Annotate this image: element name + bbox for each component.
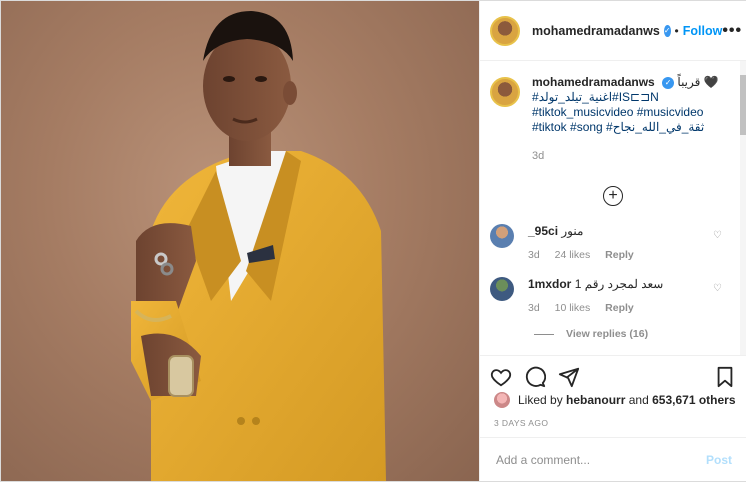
comment-likes[interactable]: 24 likes bbox=[555, 249, 591, 261]
likes-count[interactable]: 653,671 others bbox=[652, 393, 735, 407]
like-heart-icon[interactable] bbox=[490, 366, 512, 388]
post-comment-button[interactable]: Post bbox=[706, 453, 732, 467]
comment-bubble-icon[interactable] bbox=[524, 366, 546, 388]
comments-section[interactable]: mohamedramadanws ✓ قريباً 🖤 #اغنية_تيلد_… bbox=[480, 61, 746, 356]
view-replies-line bbox=[534, 333, 554, 335]
post-caption: mohamedramadanws ✓ قريباً 🖤 #اغنية_تيلد_… bbox=[480, 61, 746, 164]
post-header: mohamedramadanws ✓ • Follow ••• bbox=[480, 1, 746, 61]
caption-verified-badge-icon: ✓ bbox=[662, 76, 675, 89]
comment-username[interactable]: 1mxdor bbox=[528, 277, 571, 291]
caption-hashtags-line-2[interactable]: #tiktok_musicvideo #musicvideo bbox=[532, 105, 719, 120]
post-photo[interactable] bbox=[1, 1, 479, 481]
comment-text: 1 سعد لمجرد رقم bbox=[574, 277, 664, 291]
comment-like-heart-icon[interactable]: ♡ bbox=[713, 283, 722, 294]
author-username[interactable]: mohamedramadanws bbox=[532, 24, 660, 38]
likes-summary[interactable]: Liked by hebanourr and 653,671 others bbox=[494, 392, 736, 408]
liker-username[interactable]: hebanourr bbox=[566, 393, 625, 407]
add-comment-bar: Post bbox=[480, 437, 746, 481]
post-side-panel: mohamedramadanws ✓ • Follow ••• mohamedr… bbox=[479, 1, 746, 481]
caption-time[interactable]: 3d bbox=[532, 149, 719, 164]
comment-likes[interactable]: 10 likes bbox=[555, 302, 591, 314]
caption-username[interactable]: mohamedramadanws bbox=[532, 75, 655, 89]
share-paper-plane-icon[interactable] bbox=[558, 366, 580, 388]
liker-avatar[interactable] bbox=[494, 392, 510, 408]
caption-text: قريباً 🖤 bbox=[677, 75, 719, 89]
man-in-yellow-suit-image bbox=[131, 11, 386, 481]
caption-avatar[interactable] bbox=[490, 77, 520, 107]
scrollbar-thumb[interactable] bbox=[740, 75, 746, 135]
comment-item: 1mxdor 1 سعد لمجرد رقم 3d 10 likes Reply… bbox=[480, 277, 746, 314]
comment-item: _95ci منور 3d 24 likes Reply ♡ bbox=[480, 224, 746, 261]
reply-button[interactable]: Reply bbox=[605, 302, 634, 314]
instagram-post: mohamedramadanws ✓ • Follow ••• mohamedr… bbox=[0, 0, 746, 482]
reply-button[interactable]: Reply bbox=[605, 249, 634, 261]
view-replies-label: View replies (16) bbox=[566, 328, 649, 340]
add-comment-input[interactable] bbox=[494, 451, 706, 468]
follow-button[interactable]: Follow bbox=[683, 24, 723, 38]
view-replies-link[interactable]: View replies (16) bbox=[534, 328, 746, 340]
more-options-icon[interactable]: ••• bbox=[722, 22, 742, 40]
caption-hashtags-line-1[interactable]: #اغنية_تيلد_تولد#IS⊏⊐N bbox=[532, 90, 719, 105]
caption-hashtags-line-3[interactable]: #tiktok #song #ثقة_في_الله_نجاح bbox=[532, 120, 719, 135]
comment-like-heart-icon[interactable]: ♡ bbox=[713, 230, 722, 241]
load-more-comments-icon[interactable]: + bbox=[603, 186, 623, 206]
separator-dot: • bbox=[674, 23, 679, 38]
comment-time[interactable]: 3d bbox=[528, 302, 540, 314]
save-bookmark-icon[interactable] bbox=[714, 366, 736, 388]
author-avatar[interactable] bbox=[490, 15, 520, 46]
comments-scrollbar[interactable] bbox=[740, 61, 746, 355]
comment-text: منور bbox=[561, 224, 584, 238]
comment-time[interactable]: 3d bbox=[528, 249, 540, 261]
verified-badge-icon: ✓ bbox=[663, 24, 671, 37]
comment-username[interactable]: _95ci bbox=[528, 224, 558, 238]
likes-middle: and bbox=[628, 393, 649, 407]
likes-prefix: Liked by bbox=[518, 393, 563, 407]
commenter-avatar[interactable] bbox=[490, 224, 514, 248]
post-actions bbox=[490, 361, 736, 393]
commenter-avatar[interactable] bbox=[490, 277, 514, 301]
post-date[interactable]: 3 DAYS AGO bbox=[494, 418, 548, 428]
